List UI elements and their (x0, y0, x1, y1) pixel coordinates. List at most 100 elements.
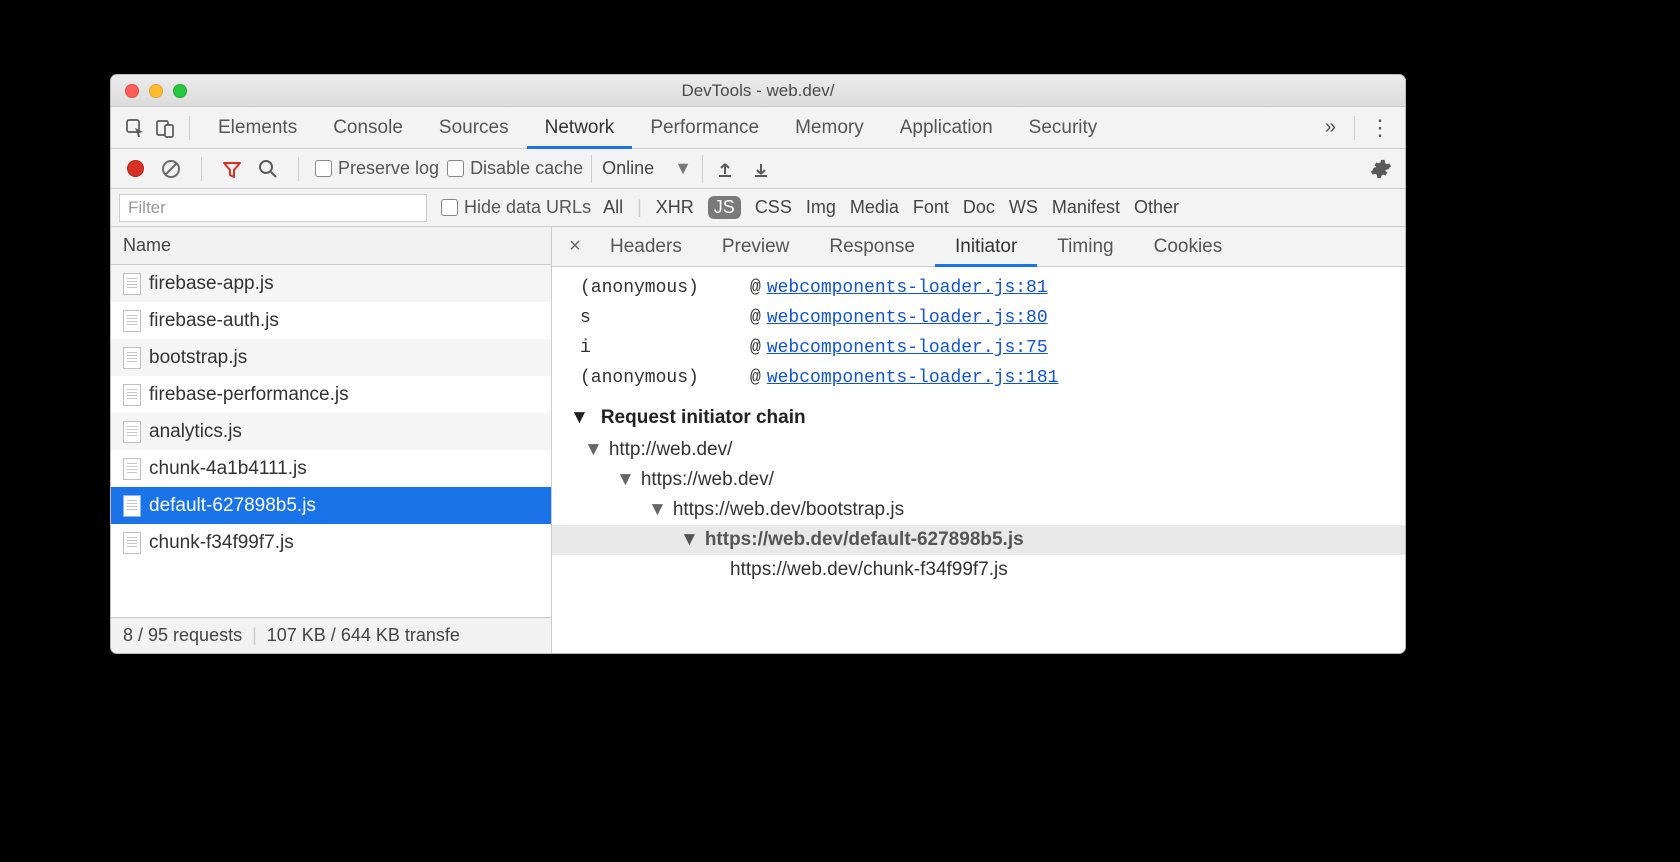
filter-chip-js[interactable]: JS (708, 196, 741, 219)
stack-source-link[interactable]: webcomponents-loader.js:81 (767, 278, 1048, 298)
disable-cache-checkbox[interactable]: Disable cache (447, 158, 583, 179)
stack-source-link[interactable]: webcomponents-loader.js:75 (767, 338, 1048, 358)
request-list-pane: Name firebase-app.js firebase-auth.js boot… (111, 227, 552, 653)
disclosure-triangle-icon[interactable]: ▼ (616, 469, 635, 491)
request-count: 8 / 95 requests (123, 625, 242, 646)
network-toolbar: Preserve log Disable cache Online ▼ (111, 149, 1405, 189)
request-row[interactable]: analytics.js (111, 413, 551, 450)
disclosure-triangle-icon[interactable]: ▼ (648, 499, 667, 521)
request-row[interactable]: firebase-performance.js (111, 376, 551, 413)
request-status-bar: 8 / 95 requests | 107 KB / 644 KB transf… (111, 617, 551, 653)
throttling-value: Online (602, 158, 654, 179)
inspect-element-icon[interactable] (121, 114, 149, 142)
chain-url: https://web.dev/default-627898b5.js (705, 529, 1024, 551)
detail-tab-headers[interactable]: Headers (590, 227, 702, 267)
gear-icon[interactable] (1367, 155, 1395, 183)
request-name: bootstrap.js (149, 347, 247, 369)
stack-function: (anonymous) (580, 278, 750, 298)
preserve-log-checkbox[interactable]: Preserve log (315, 158, 439, 179)
file-icon (123, 421, 141, 443)
main-split: Name firebase-app.js firebase-auth.js boot… (111, 227, 1405, 653)
chain-row[interactable]: ▼ https://web.dev/bootstrap.js (552, 495, 1405, 525)
chain-url: https://web.dev/ (641, 469, 774, 491)
request-row[interactable]: firebase-app.js (111, 265, 551, 302)
stack-source-link[interactable]: webcomponents-loader.js:80 (767, 308, 1048, 328)
chain-row[interactable]: ▼ https://web.dev/ (552, 465, 1405, 495)
request-row[interactable]: chunk-f34f99f7.js (111, 524, 551, 561)
chain-row[interactable]: ▼ http://web.dev/ (552, 435, 1405, 465)
disable-cache-label: Disable cache (470, 158, 583, 179)
detail-body: (anonymous)@webcomponents-loader.js:81s@… (552, 267, 1405, 653)
file-icon (123, 458, 141, 480)
request-name: firebase-performance.js (149, 384, 349, 406)
record-icon[interactable] (121, 155, 149, 183)
settings-kebab-icon[interactable]: ⋮ (1365, 115, 1395, 141)
request-row[interactable]: bootstrap.js (111, 339, 551, 376)
tab-sources[interactable]: Sources (421, 107, 527, 149)
filter-input[interactable]: Filter (119, 194, 427, 222)
request-row[interactable]: chunk-4a1b4111.js (111, 450, 551, 487)
tab-console[interactable]: Console (315, 107, 421, 149)
filter-chip-img[interactable]: Img (806, 197, 836, 218)
detail-tab-preview[interactable]: Preview (702, 227, 810, 267)
stack-source-link[interactable]: webcomponents-loader.js:181 (767, 368, 1059, 388)
disclosure-triangle-icon[interactable]: ▼ (680, 529, 699, 551)
chain-url: https://web.dev/bootstrap.js (673, 499, 904, 521)
chain-row[interactable]: https://web.dev/chunk-f34f99f7.js (552, 555, 1405, 585)
request-row[interactable]: firebase-auth.js (111, 302, 551, 339)
tabs-overflow-icon[interactable]: » (1325, 116, 1336, 139)
stack-function: (anonymous) (580, 368, 750, 388)
stack-frame: s@webcomponents-loader.js:80 (552, 303, 1405, 333)
request-name: firebase-auth.js (149, 310, 279, 332)
hide-data-urls-checkbox[interactable]: Hide data URLs (441, 197, 591, 218)
file-icon (123, 273, 141, 295)
file-icon (123, 310, 141, 332)
filter-chip-media[interactable]: Media (850, 197, 899, 218)
stack-frame: (anonymous)@ webcomponents-loader.js:81 (552, 273, 1405, 303)
transfer-size: 107 KB / 644 KB transfe (267, 625, 460, 646)
disclosure-triangle-icon[interactable]: ▼ (570, 407, 589, 429)
divider: | (637, 197, 642, 218)
filter-chip-font[interactable]: Font (913, 197, 949, 218)
detail-tab-initiator[interactable]: Initiator (935, 227, 1037, 267)
at-symbol: @ (750, 338, 761, 358)
file-icon (123, 347, 141, 369)
tab-elements[interactable]: Elements (200, 107, 315, 149)
tab-memory[interactable]: Memory (777, 107, 882, 149)
chain-url: https://web.dev/chunk-f34f99f7.js (730, 559, 1008, 581)
tab-network[interactable]: Network (527, 107, 633, 149)
tab-application[interactable]: Application (882, 107, 1011, 149)
filter-chip-css[interactable]: CSS (755, 197, 792, 218)
download-har-icon[interactable] (747, 155, 775, 183)
request-name: firebase-app.js (149, 273, 274, 295)
chain-row[interactable]: ▼ https://web.dev/default-627898b5.js (552, 525, 1405, 555)
chain-url: http://web.dev/ (609, 439, 733, 461)
search-icon[interactable] (254, 155, 282, 183)
filter-chip-ws[interactable]: WS (1009, 197, 1038, 218)
disclosure-triangle-icon[interactable]: ▼ (584, 439, 603, 461)
filter-placeholder: Filter (128, 198, 166, 218)
upload-har-icon[interactable] (711, 155, 739, 183)
stack-function: s (580, 308, 750, 328)
filter-chip-xhr[interactable]: XHR (656, 197, 694, 218)
detail-tab-response[interactable]: Response (809, 227, 935, 267)
request-list-header[interactable]: Name (111, 227, 551, 265)
device-toolbar-icon[interactable] (151, 114, 179, 142)
filter-chip-manifest[interactable]: Manifest (1052, 197, 1120, 218)
filter-chip-other[interactable]: Other (1134, 197, 1179, 218)
stack-frame: i@webcomponents-loader.js:75 (552, 333, 1405, 363)
request-row[interactable]: default-627898b5.js (111, 487, 551, 524)
tab-security[interactable]: Security (1011, 107, 1116, 149)
detail-tab-cookies[interactable]: Cookies (1134, 227, 1243, 267)
filter-icon[interactable] (218, 155, 246, 183)
filter-chip-all[interactable]: All (603, 197, 623, 218)
filter-chip-doc[interactable]: Doc (963, 197, 995, 218)
initiator-chain: ▼ http://web.dev/ ▼ https://web.dev/ ▼ https:… (552, 435, 1405, 585)
close-details-icon[interactable]: × (560, 235, 590, 258)
detail-tab-timing[interactable]: Timing (1037, 227, 1133, 267)
clear-icon[interactable] (157, 155, 185, 183)
throttling-select[interactable]: Online ▼ (591, 155, 703, 183)
panel-tabs: ElementsConsoleSourcesNetworkPerformance… (111, 107, 1405, 149)
tab-performance[interactable]: Performance (632, 107, 777, 149)
at-symbol: @ (750, 278, 761, 298)
